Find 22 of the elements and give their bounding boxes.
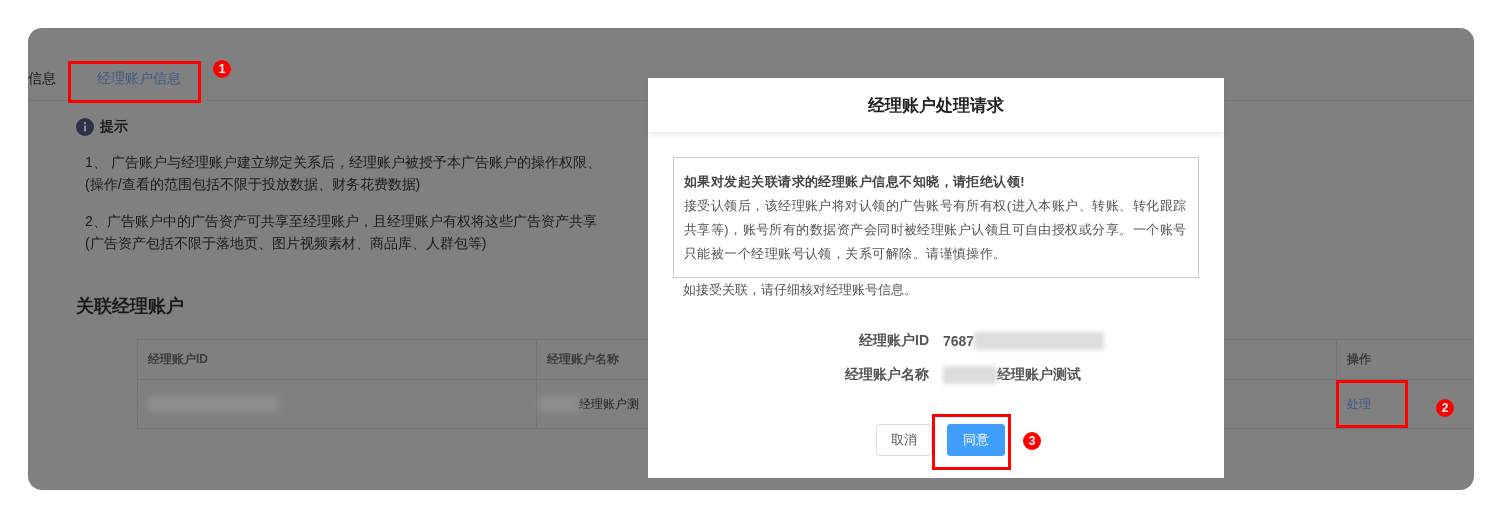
redacted-value xyxy=(943,366,997,384)
step-badge: 1 xyxy=(213,60,231,78)
info-icon xyxy=(76,118,94,136)
tip-text: 1、 广告账户与经理账户建立绑定关系后，经理账户被授予本广告账户的操作权限、 xyxy=(85,153,601,172)
step-badge: 2 xyxy=(1436,399,1454,417)
highlight-frame xyxy=(1336,380,1408,428)
warning-notice: 如果对发起关联请求的经理账户信息不知晓，请拒绝认领! 接受认领后，该经理账户将对认领的广告账号有所有权(进入本账户、转账、转化跟踪共享等)，账号所有的数据资产会同时被经理账户认领且可自由授权或分享。一个账号只能被一个经理账号认领，关系可解除。请谨慎操作。 xyxy=(673,157,1199,278)
tip-text: (操作/查看的范围包括不限于投放数据、财务花费数据) xyxy=(85,175,421,194)
tab[interactable]: 信息 xyxy=(28,60,56,100)
dialog-title: 经理账户处理请求 xyxy=(648,78,1224,132)
process-link[interactable]: 处理 xyxy=(1347,396,1371,411)
column-header: 经理账户ID xyxy=(137,339,537,380)
cancel-button[interactable]: 取消 xyxy=(875,424,932,456)
tip-text: 2、广告账户中的广告资产可共享至经理账户，且经理账户有权将这些广告资产共享 xyxy=(85,212,597,231)
column-header: 操作 xyxy=(1336,339,1474,380)
tab[interactable]: 经理账户信息 xyxy=(70,60,208,100)
hint-text: 如接受关联，请仔细核对经理账号信息。 xyxy=(683,281,918,299)
section-title: 关联经理账户 xyxy=(76,295,185,318)
agree-button[interactable]: 同意 xyxy=(946,424,1005,456)
table-cell: 经理账户测 xyxy=(579,396,639,411)
tip-text: (广告资产包括不限于落地页、图片视频素材、商品库、人群包等) xyxy=(85,234,487,253)
tip-title: 提示 xyxy=(100,118,128,136)
